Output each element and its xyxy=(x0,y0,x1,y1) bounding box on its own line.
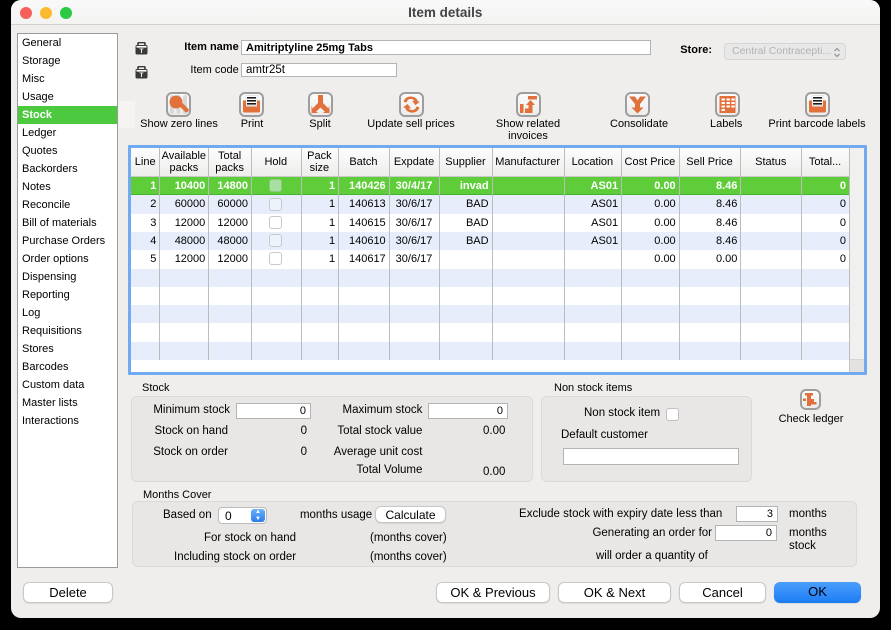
svg-text:T: T xyxy=(140,48,144,55)
svg-text:T: T xyxy=(140,72,144,79)
